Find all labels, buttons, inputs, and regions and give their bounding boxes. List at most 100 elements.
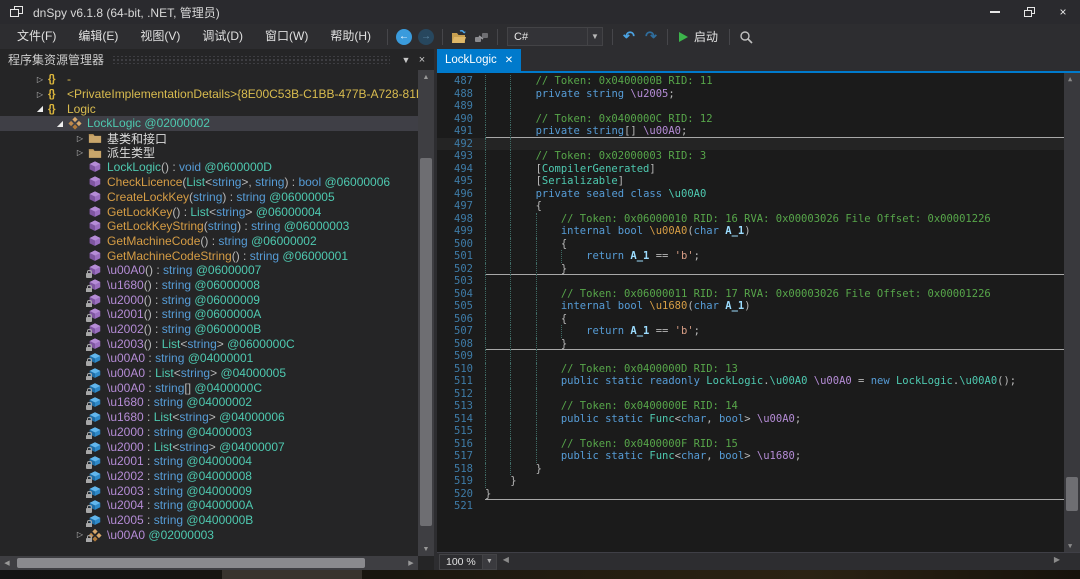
code-editor[interactable]: 487// Token: 0x0400000B RID: 11488privat…: [437, 73, 1080, 552]
tree-row[interactable]: \u2004 : string @0400000A: [0, 498, 434, 513]
panel-menu-button[interactable]: ▼: [398, 52, 414, 68]
scrollbar-thumb[interactable]: [17, 558, 365, 568]
open-file-button[interactable]: [448, 26, 470, 48]
code-line[interactable]: 507return A_1 == 'b';: [437, 325, 1080, 338]
tree-row[interactable]: GetMachineCode() : string @06000002: [0, 234, 434, 249]
menu-item-0[interactable]: 文件(F): [6, 24, 67, 49]
menu-item-2[interactable]: 视图(V): [129, 24, 191, 49]
tree-row[interactable]: \u2001 : string @04000004: [0, 454, 434, 469]
code-line[interactable]: 501return A_1 == 'b';: [437, 250, 1080, 263]
tree-row[interactable]: ▷基类和接口: [0, 131, 434, 146]
code-line[interactable]: 503: [437, 275, 1080, 288]
code-line[interactable]: 489: [437, 100, 1080, 113]
start-debug-button[interactable]: 启动: [673, 28, 724, 45]
tree-row[interactable]: \u2003() : List<string> @0600000C: [0, 336, 434, 351]
tree-row[interactable]: ▷{}<PrivateImplementationDetails>{8E00C5…: [0, 87, 434, 102]
tree-row[interactable]: CreateLockKey(string) : string @06000005: [0, 190, 434, 205]
tree-row[interactable]: ▷{}-: [0, 72, 434, 87]
menu-item-1[interactable]: 编辑(E): [67, 24, 129, 49]
scroll-up-arrow-icon[interactable]: ▲: [418, 70, 434, 84]
code-line[interactable]: 497{: [437, 200, 1080, 213]
tree-row[interactable]: ◢{}Logic: [0, 101, 434, 116]
tree-row[interactable]: \u00A0() : string @06000007: [0, 263, 434, 278]
tree-row[interactable]: \u00A0 : string @04000001: [0, 351, 434, 366]
zoom-select[interactable]: 100 % ▼: [439, 554, 497, 570]
scroll-left-arrow-icon[interactable]: ◀: [503, 555, 509, 564]
tree-row[interactable]: \u2001() : string @0600000A: [0, 307, 434, 322]
tree-row[interactable]: CheckLicence(List<string>, string) : boo…: [0, 175, 434, 190]
menu-item-3[interactable]: 调试(D): [191, 24, 254, 49]
code-line[interactable]: 511public static readonly LockLogic.\u00…: [437, 375, 1080, 388]
navigate-forward-button[interactable]: →: [415, 26, 437, 48]
code-line[interactable]: 514public static Func<char, bool> \u00A0…: [437, 413, 1080, 426]
minimize-button[interactable]: [978, 0, 1012, 24]
tree-row[interactable]: \u2002 : string @04000008: [0, 469, 434, 484]
search-button[interactable]: [735, 26, 757, 48]
code-line[interactable]: 520}: [437, 488, 1080, 501]
code-line[interactable]: 506{: [437, 313, 1080, 326]
navigate-back-button[interactable]: ←: [393, 26, 415, 48]
expander-icon[interactable]: ▷: [32, 90, 48, 99]
scroll-right-arrow-icon[interactable]: ▶: [404, 556, 418, 570]
language-select[interactable]: C# ▼: [507, 27, 603, 46]
code-line[interactable]: 509: [437, 350, 1080, 363]
tree-horizontal-scrollbar[interactable]: ◀ ▶: [0, 556, 418, 570]
tree-row[interactable]: \u1680 : string @04000002: [0, 395, 434, 410]
code-line[interactable]: 519}: [437, 475, 1080, 488]
scrollbar-thumb[interactable]: [420, 158, 432, 526]
close-button[interactable]: ×: [1046, 0, 1080, 24]
tree-row[interactable]: ◢LockLogic @02000002: [0, 116, 434, 131]
code-line[interactable]: 517public static Func<char, bool> \u1680…: [437, 450, 1080, 463]
expander-icon[interactable]: ▷: [32, 75, 48, 84]
code-line[interactable]: 521: [437, 500, 1080, 513]
code-line[interactable]: 490// Token: 0x0400000C RID: 12: [437, 113, 1080, 126]
code-line[interactable]: 510// Token: 0x0400000D RID: 13: [437, 363, 1080, 376]
expander-icon[interactable]: ▷: [72, 148, 88, 157]
code-line[interactable]: 515: [437, 425, 1080, 438]
code-line[interactable]: 494[CompilerGenerated]: [437, 163, 1080, 176]
expander-icon[interactable]: ◢: [52, 119, 68, 128]
code-line[interactable]: 488private string \u2005;: [437, 88, 1080, 101]
editor-horizontal-scrollbar[interactable]: ◀ ▶: [497, 553, 1080, 570]
tree-row[interactable]: ▷派生类型: [0, 145, 434, 160]
scroll-down-arrow-icon[interactable]: ▼: [418, 542, 434, 556]
code-line[interactable]: 500{: [437, 238, 1080, 251]
tree-row[interactable]: \u2002() : string @0600000B: [0, 322, 434, 337]
tree-row[interactable]: \u2000 : List<string> @04000007: [0, 439, 434, 454]
code-line[interactable]: 492: [437, 138, 1080, 151]
code-line[interactable]: 504// Token: 0x06000011 RID: 17 RVA: 0x0…: [437, 288, 1080, 301]
tree-row[interactable]: LockLogic() : void @0600000D: [0, 160, 434, 175]
scrollbar-thumb[interactable]: [1066, 477, 1078, 511]
tab-close-icon[interactable]: ✕: [505, 55, 513, 66]
assembly-explorer-header[interactable]: 程序集资源管理器 ▼ ×: [0, 49, 434, 70]
tree-row[interactable]: \u2000 : string @04000003: [0, 425, 434, 440]
menu-item-4[interactable]: 窗口(W): [254, 24, 319, 49]
code-line[interactable]: 496private sealed class \u00A0: [437, 188, 1080, 201]
code-line[interactable]: 516// Token: 0x0400000F RID: 15: [437, 438, 1080, 451]
code-line[interactable]: 508}: [437, 338, 1080, 351]
attach-to-process-button[interactable]: [470, 26, 492, 48]
tree-row[interactable]: \u1680 : List<string> @04000006: [0, 410, 434, 425]
tree-row[interactable]: GetLockKey() : List<string> @06000004: [0, 204, 434, 219]
expander-icon[interactable]: ◢: [32, 104, 48, 113]
tree-row[interactable]: \u2005 : string @0400000B: [0, 513, 434, 528]
code-line[interactable]: 495[Serializable]: [437, 175, 1080, 188]
redo-button[interactable]: ↷: [640, 26, 662, 48]
tab-locklogic[interactable]: LockLogic ✕: [437, 49, 521, 71]
tree-row[interactable]: \u2003 : string @04000009: [0, 483, 434, 498]
tree-row[interactable]: ▷\u00A0 @02000003: [0, 527, 434, 542]
code-line[interactable]: 513// Token: 0x0400000E RID: 14: [437, 400, 1080, 413]
menu-item-5[interactable]: 帮助(H): [319, 24, 382, 49]
tree-row[interactable]: GetLockKeyString(string) : string @06000…: [0, 219, 434, 234]
tree-row[interactable]: GetMachineCodeString() : string @0600000…: [0, 248, 434, 263]
panel-close-button[interactable]: ×: [414, 52, 430, 68]
tree-row[interactable]: \u00A0 : string[] @0400000C: [0, 380, 434, 395]
expander-icon[interactable]: ▷: [72, 134, 88, 143]
code-line[interactable]: 502}: [437, 263, 1080, 276]
code-line[interactable]: 498// Token: 0x06000010 RID: 16 RVA: 0x0…: [437, 213, 1080, 226]
code-line[interactable]: 505internal bool \u1680(char A_1): [437, 300, 1080, 313]
scroll-up-arrow-icon[interactable]: ▲: [1068, 75, 1072, 83]
code-line[interactable]: 491private string[] \u00A0;: [437, 125, 1080, 138]
undo-button[interactable]: ↶: [618, 26, 640, 48]
scroll-left-arrow-icon[interactable]: ◀: [0, 556, 14, 570]
